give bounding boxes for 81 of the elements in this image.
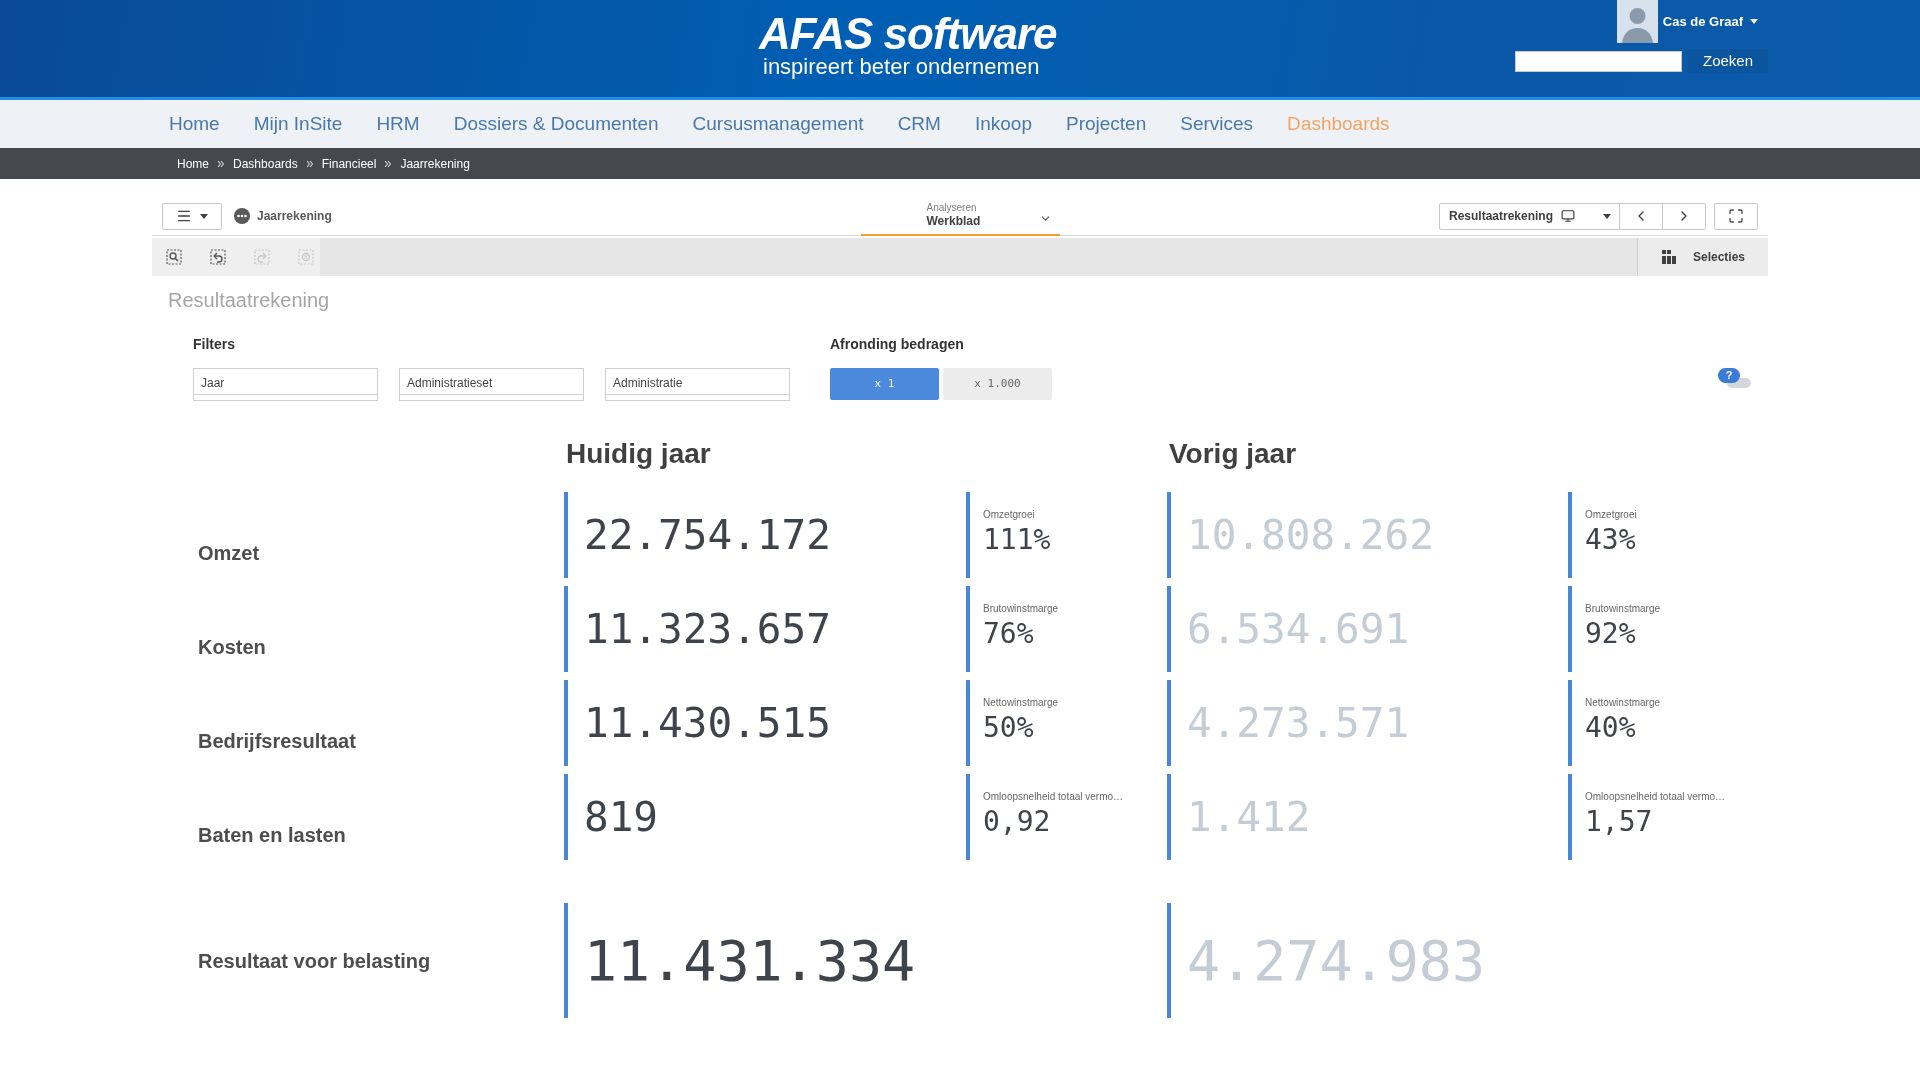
- kpi-value: 4.273.571: [1187, 699, 1410, 747]
- ratio-label: Brutowinstmarge: [1585, 603, 1661, 615]
- double-chevron-icon: [306, 160, 313, 167]
- monitor-icon: [1561, 209, 1576, 223]
- sheet-dropdown[interactable]: Resultaatrekening: [1439, 202, 1620, 230]
- ratio-label: Omzetgroei: [1585, 509, 1637, 521]
- column-heading: Huidig jaar: [566, 438, 711, 469]
- nav-link[interactable]: Projecten: [1065, 109, 1147, 139]
- total-value: 11.431.334: [584, 929, 916, 992]
- ratio-value: 92%: [1585, 617, 1637, 651]
- filter-field[interactable]: Administratie: [605, 368, 790, 401]
- filters-label: Filters: [193, 336, 236, 352]
- selections-button[interactable]: Selecties: [1637, 238, 1768, 276]
- column-heading: Vorig jaar: [1169, 438, 1297, 469]
- rounding-label: Afronding bedragen: [830, 336, 965, 352]
- avatar-silhouette-icon: [1616, 0, 1658, 43]
- row-label: Omzet: [198, 541, 260, 565]
- step-back-icon[interactable]: [210, 249, 226, 265]
- next-sheet-button[interactable]: [1663, 202, 1706, 230]
- ratio-label: Omloopsnelheid totaal vermo…: [983, 791, 1124, 803]
- row-label: Kosten: [198, 635, 266, 659]
- kpi-value: 11.430.515: [584, 699, 831, 747]
- nav-link[interactable]: Dossiers & Documenten: [453, 109, 659, 139]
- menu-button[interactable]: [162, 202, 222, 230]
- lasso-search-icon[interactable]: [166, 249, 182, 265]
- nav-link[interactable]: Cursusmanagement: [692, 109, 864, 139]
- breadcrumb-link[interactable]: Financieel: [321, 154, 377, 173]
- search-button[interactable]: Zoeken: [1688, 49, 1768, 73]
- nav-link[interactable]: Inkoop: [974, 109, 1032, 139]
- fullscreen-icon: [1728, 208, 1744, 224]
- caret-icon: [1603, 213, 1611, 219]
- mode-dropdown[interactable]: Analyseren Werkblad: [860, 196, 1060, 236]
- nav-link[interactable]: Home: [169, 109, 220, 139]
- filter-field[interactable]: Administratieset: [399, 368, 584, 401]
- caret-icon: [200, 213, 208, 219]
- kpi-value: 1.412: [1187, 793, 1311, 841]
- ratio-label: Omzetgroei: [983, 509, 1036, 521]
- kpi-value: 6.534.691: [1187, 605, 1410, 653]
- app-title: Jaarrekening: [257, 208, 332, 225]
- caret-icon: [1750, 19, 1758, 24]
- ratio-value: 1,57: [1585, 805, 1654, 839]
- filter-field[interactable]: Jaar: [193, 368, 378, 401]
- row-label: Bedrijfsresultaat: [198, 729, 356, 753]
- rounding-option[interactable]: x 1.000: [943, 368, 1052, 400]
- ratio-label: Omloopsnelheid totaal vermo…: [1585, 791, 1726, 803]
- nav-link[interactable]: CRM: [897, 109, 941, 139]
- ratio-value: 76%: [983, 617, 1035, 651]
- logo-text: AFAS software: [759, 12, 1057, 56]
- nav-link[interactable]: Services: [1180, 109, 1254, 139]
- tagline: inspireert beter ondernemen: [762, 56, 1040, 78]
- user-name[interactable]: Cas de Graaf: [1662, 11, 1743, 32]
- kpi-value: 10.808.262: [1187, 511, 1434, 559]
- nav-link[interactable]: HRM: [376, 109, 420, 139]
- ratio-value: 40%: [1585, 711, 1637, 745]
- nav-link[interactable]: Mijn InSite: [253, 109, 343, 139]
- ellipsis-circle-icon: [234, 208, 250, 224]
- double-chevron-icon: [385, 160, 392, 167]
- grid-icon: [1662, 250, 1676, 264]
- total-value: 4.274.983: [1187, 929, 1485, 992]
- double-chevron-icon: [218, 160, 224, 167]
- breadcrumb-link[interactable]: Jaarrekening: [400, 154, 470, 173]
- menu-icon: [176, 208, 192, 224]
- ratio-value: 43%: [1585, 523, 1637, 557]
- ratio-value: 0,92: [983, 805, 1052, 839]
- sheet-title: Resultaatrekening: [168, 289, 330, 311]
- previous-sheet-button[interactable]: [1620, 202, 1663, 230]
- ratio-label: Brutowinstmarge: [983, 603, 1059, 615]
- row-label: Resultaat voor belasting: [198, 948, 431, 973]
- ratio-label: Nettowinstmarge: [983, 697, 1059, 709]
- kpi-value: 22.754.172: [584, 511, 831, 559]
- breadcrumb-link[interactable]: Dashboards: [233, 154, 298, 173]
- rounding-option[interactable]: x 1: [830, 368, 939, 400]
- row-label: Baten en lasten: [198, 823, 346, 847]
- ratio-value: 111%: [983, 523, 1051, 557]
- breadcrumb-link[interactable]: Home: [177, 154, 209, 173]
- ratio-value: 50%: [983, 711, 1035, 745]
- kpi-value: 819: [584, 793, 659, 841]
- kpi-value: 11.323.657: [584, 605, 831, 653]
- ratio-label: Nettowinstmarge: [1585, 697, 1661, 709]
- fullscreen-button[interactable]: [1714, 202, 1758, 230]
- search-field[interactable]: [1515, 50, 1682, 72]
